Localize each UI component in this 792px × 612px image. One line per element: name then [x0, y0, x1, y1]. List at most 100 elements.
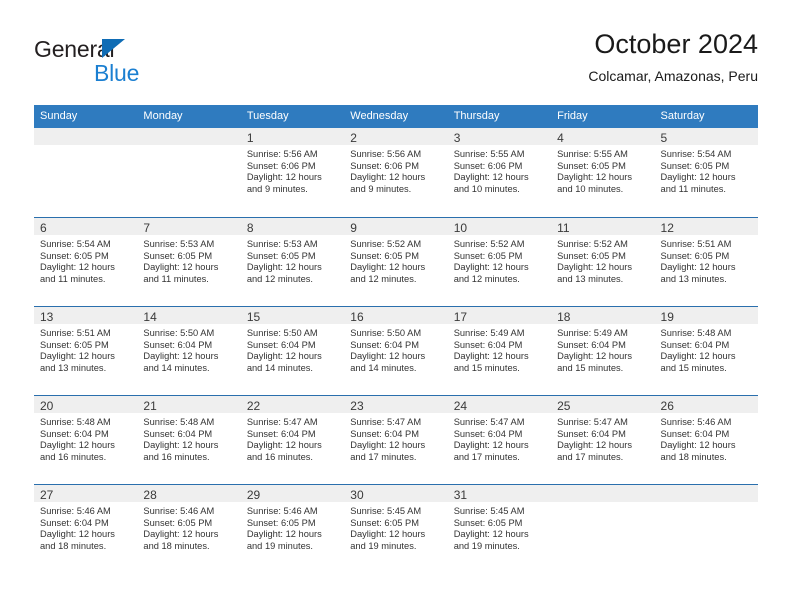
- daylight-text: Daylight: 12 hours and 16 minutes.: [40, 440, 115, 462]
- sunrise-text: Sunrise: 5:47 AM: [350, 417, 422, 427]
- sunrise-text: Sunrise: 5:52 AM: [557, 239, 628, 249]
- day-sun-info: Sunrise: 5:49 AM Sunset: 6:04 PM Daylight:…: [448, 324, 551, 374]
- sunset-text: Sunset: 6:04 PM: [660, 339, 730, 350]
- day-sun-info: Sunrise: 5:46 AM Sunset: 6:05 PM Daylight:…: [137, 502, 240, 552]
- day-sun-info: Sunrise: 5:48 AM Sunset: 6:04 PM Daylight:…: [34, 413, 137, 463]
- calendar-day-cell[interactable]: 10 Sunrise: 5:52 AM Sunset: 6:05 PM Dayligh…: [447, 218, 552, 306]
- daylight-text: Daylight: 12 hours and 17 minutes.: [453, 440, 529, 462]
- sunrise-text: Sunrise: 5:49 AM: [453, 328, 525, 338]
- day-number: 28: [137, 485, 241, 502]
- calendar-day-cell[interactable]: 17 Sunrise: 5:49 AM Sunset: 6:04 PM Dayligh…: [447, 307, 552, 395]
- day-number: 3: [447, 128, 552, 145]
- calendar-week-row: 20 Sunrise: 5:48 AM Sunset: 6:04 PM Dayligh…: [34, 395, 758, 484]
- weekday-header-tuesday: Tuesday: [246, 110, 289, 122]
- daylight-text: Daylight: 12 hours and 10 minutes.: [557, 172, 633, 194]
- calendar-week-row: 13 Sunrise: 5:51 AM Sunset: 6:05 PM Dayligh…: [34, 306, 758, 395]
- day-sun-info: Sunrise: 5:55 AM Sunset: 6:05 PM Daylight:…: [551, 145, 654, 195]
- sunset-text: Sunset: 6:05 PM: [246, 517, 316, 528]
- calendar-day-cell[interactable]: 26 Sunrise: 5:46 AM Sunset: 6:04 PM Dayligh…: [654, 396, 758, 484]
- day-number: 9: [344, 218, 448, 235]
- calendar-day-cell[interactable]: 15 Sunrise: 5:50 AM Sunset: 6:04 PM Dayligh…: [240, 307, 345, 395]
- weekday-header-row: Sunday Monday Tuesday Wednesday Thursday Frid…: [34, 105, 758, 128]
- day-number: 14: [137, 307, 241, 324]
- calendar-day-cell[interactable]: 30 Sunrise: 5:45 AM Sunset: 6:05 PM Dayligh…: [344, 485, 448, 573]
- sunrise-text: Sunrise: 5:50 AM: [143, 328, 215, 338]
- calendar-day-cell[interactable]: 1 Sunrise: 5:56 AM Sunset: 6:06 PM Daylight…: [240, 128, 345, 217]
- weekday-header-monday: Monday: [143, 110, 183, 122]
- day-sun-info: Sunrise: 5:47 AM Sunset: 6:04 PM Daylight:…: [551, 413, 654, 463]
- day-number: 5: [654, 128, 758, 145]
- daylight-text: Daylight: 12 hours and 14 minutes.: [246, 351, 322, 373]
- calendar-day-cell[interactable]: 13 Sunrise: 5:51 AM Sunset: 6:05 PM Dayligh…: [34, 307, 138, 395]
- sunrise-text: Sunrise: 5:52 AM: [350, 239, 422, 249]
- sunrise-text: Sunrise: 5:48 AM: [660, 328, 732, 338]
- sunrise-text: Sunrise: 5:45 AM: [350, 506, 422, 516]
- calendar-day-cell[interactable]: 2 Sunrise: 5:56 AM Sunset: 6:06 PM Daylight…: [344, 128, 448, 217]
- sunset-text: Sunset: 6:04 PM: [557, 339, 626, 350]
- day-number: [654, 485, 758, 502]
- calendar-week-row: 1 Sunrise: 5:56 AM Sunset: 6:06 PM Daylight…: [34, 128, 758, 217]
- page-title: October 2024: [594, 29, 758, 59]
- daylight-text: Daylight: 12 hours and 12 minutes.: [453, 262, 529, 284]
- calendar-day-cell[interactable]: 18 Sunrise: 5:49 AM Sunset: 6:04 PM Dayligh…: [551, 307, 655, 395]
- day-number: 21: [137, 396, 241, 413]
- sunset-text: Sunset: 6:06 PM: [350, 160, 419, 171]
- sunrise-text: Sunrise: 5:49 AM: [557, 328, 628, 338]
- calendar-day-cell[interactable]: 24 Sunrise: 5:47 AM Sunset: 6:04 PM Dayligh…: [447, 396, 552, 484]
- calendar-day-cell[interactable]: 16 Sunrise: 5:50 AM Sunset: 6:04 PM Dayligh…: [344, 307, 448, 395]
- day-number: 15: [240, 307, 345, 324]
- day-number: 29: [240, 485, 345, 502]
- day-sun-info: Sunrise: 5:50 AM Sunset: 6:04 PM Daylight:…: [137, 324, 240, 374]
- day-sun-info: Sunrise: 5:49 AM Sunset: 6:04 PM Daylight:…: [551, 324, 654, 374]
- calendar-day-cell[interactable]: 9 Sunrise: 5:52 AM Sunset: 6:05 PM Daylight…: [344, 218, 448, 306]
- calendar-day-cell[interactable]: 6 Sunrise: 5:54 AM Sunset: 6:05 PM Daylight…: [34, 218, 138, 306]
- day-number: 23: [344, 396, 448, 413]
- calendar-day-cell[interactable]: 3 Sunrise: 5:55 AM Sunset: 6:06 PM Daylight…: [447, 128, 552, 217]
- calendar-day-cell[interactable]: 25 Sunrise: 5:47 AM Sunset: 6:04 PM Dayligh…: [551, 396, 655, 484]
- day-sun-info: Sunrise: 5:54 AM Sunset: 6:05 PM Daylight:…: [34, 235, 137, 285]
- title-block: October 2024 Colcamar, Amazonas, Peru: [588, 28, 758, 86]
- weekday-header-sunday: Sunday: [40, 110, 78, 122]
- calendar-day-cell[interactable]: 31 Sunrise: 5:45 AM Sunset: 6:05 PM Dayligh…: [447, 485, 552, 573]
- sunrise-text: Sunrise: 5:51 AM: [40, 328, 111, 338]
- daylight-text: Daylight: 12 hours and 11 minutes.: [660, 172, 736, 194]
- daylight-text: Daylight: 12 hours and 17 minutes.: [350, 440, 426, 462]
- calendar-day-cell[interactable]: 5 Sunrise: 5:54 AM Sunset: 6:05 PM Daylight…: [654, 128, 758, 217]
- calendar-day-cell[interactable]: 28 Sunrise: 5:46 AM Sunset: 6:05 PM Dayligh…: [137, 485, 241, 573]
- calendar-day-cell-empty: [551, 485, 655, 573]
- sunset-text: Sunset: 6:05 PM: [40, 339, 109, 350]
- day-sun-info: Sunrise: 5:45 AM Sunset: 6:05 PM Daylight:…: [448, 502, 551, 552]
- calendar-day-cell[interactable]: 14 Sunrise: 5:50 AM Sunset: 6:04 PM Dayligh…: [137, 307, 241, 395]
- daylight-text: Daylight: 12 hours and 11 minutes.: [40, 262, 115, 284]
- daylight-text: Daylight: 12 hours and 18 minutes.: [660, 440, 736, 462]
- calendar-day-cell[interactable]: 4 Sunrise: 5:55 AM Sunset: 6:05 PM Daylight…: [551, 128, 655, 217]
- calendar-day-cell[interactable]: 7 Sunrise: 5:53 AM Sunset: 6:05 PM Daylight…: [137, 218, 241, 306]
- day-number: 20: [34, 396, 138, 413]
- day-sun-info: Sunrise: 5:55 AM Sunset: 6:06 PM Daylight:…: [448, 145, 551, 195]
- sunset-text: Sunset: 6:05 PM: [660, 250, 730, 261]
- calendar-day-cell-empty: [137, 128, 241, 217]
- calendar-day-cell[interactable]: 12 Sunrise: 5:51 AM Sunset: 6:05 PM Dayligh…: [654, 218, 758, 306]
- calendar-day-cell[interactable]: 27 Sunrise: 5:46 AM Sunset: 6:04 PM Dayligh…: [34, 485, 138, 573]
- sunset-text: Sunset: 6:06 PM: [246, 160, 316, 171]
- sunset-text: Sunset: 6:05 PM: [143, 250, 213, 261]
- sunset-text: Sunset: 6:04 PM: [143, 339, 213, 350]
- day-number: 6: [34, 218, 138, 235]
- calendar-day-cell[interactable]: 20 Sunrise: 5:48 AM Sunset: 6:04 PM Dayligh…: [34, 396, 138, 484]
- general-blue-logo[interactable]: General Blue: [34, 36, 234, 92]
- day-number: 1: [240, 128, 345, 145]
- calendar-day-cell[interactable]: 11 Sunrise: 5:52 AM Sunset: 6:05 PM Dayligh…: [551, 218, 655, 306]
- calendar-day-cell[interactable]: 19 Sunrise: 5:48 AM Sunset: 6:04 PM Dayligh…: [654, 307, 758, 395]
- calendar-day-cell[interactable]: 29 Sunrise: 5:46 AM Sunset: 6:05 PM Dayligh…: [240, 485, 345, 573]
- calendar-day-cell[interactable]: 22 Sunrise: 5:47 AM Sunset: 6:04 PM Dayligh…: [240, 396, 345, 484]
- calendar-day-cell[interactable]: 8 Sunrise: 5:53 AM Sunset: 6:05 PM Daylight…: [240, 218, 345, 306]
- day-number: 17: [447, 307, 552, 324]
- day-sun-info: Sunrise: 5:53 AM Sunset: 6:05 PM Daylight:…: [241, 235, 344, 285]
- day-number: 16: [344, 307, 448, 324]
- sunrise-text: Sunrise: 5:53 AM: [246, 239, 318, 249]
- sunset-text: Sunset: 6:05 PM: [660, 160, 730, 171]
- calendar-day-cell[interactable]: 23 Sunrise: 5:47 AM Sunset: 6:04 PM Dayligh…: [344, 396, 448, 484]
- daylight-text: Daylight: 12 hours and 15 minutes.: [660, 351, 736, 373]
- sunrise-text: Sunrise: 5:50 AM: [246, 328, 318, 338]
- calendar-day-cell[interactable]: 21 Sunrise: 5:48 AM Sunset: 6:04 PM Dayligh…: [137, 396, 241, 484]
